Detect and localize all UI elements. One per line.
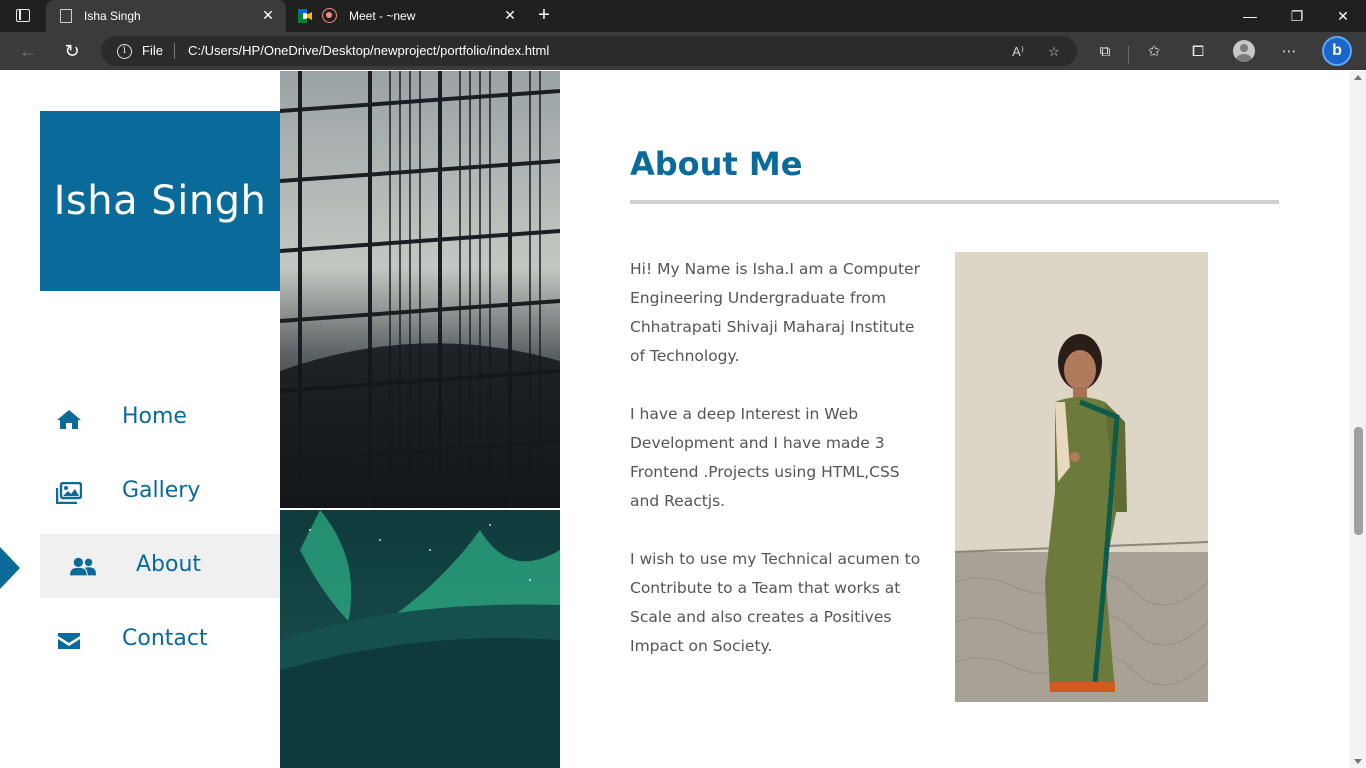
tab-isha-singh[interactable]: Isha Singh ✕	[46, 0, 286, 32]
staircase-photo	[280, 71, 560, 508]
nav-label: Home	[122, 404, 187, 429]
about-text: Hi! My Name is Isha.I am a Computer Engi…	[630, 255, 930, 690]
nav-item-gallery[interactable]: Gallery	[40, 460, 280, 524]
tab-actions-icon	[16, 9, 30, 22]
bing-chat-button[interactable]: b	[1322, 36, 1352, 66]
side-nav: Home Gallery About Contact	[40, 386, 280, 682]
tab-title: Isha Singh	[84, 9, 141, 23]
scroll-up-icon[interactable]	[1354, 75, 1362, 80]
gallery-photo-column	[280, 71, 560, 768]
tab-strip: Isha Singh ✕ Meet - ~new ✕ + — ❐ ✕	[0, 0, 1366, 32]
more-options-icon[interactable]: ⋯	[1278, 41, 1300, 63]
divider	[174, 43, 175, 59]
read-aloud-icon[interactable]: A⁾	[1008, 42, 1028, 62]
about-paragraph: Hi! My Name is Isha.I am a Computer Engi…	[630, 260, 920, 365]
scheme-label: File	[142, 43, 163, 58]
restore-button[interactable]: ❐	[1287, 6, 1307, 26]
tab-actions-button[interactable]	[10, 7, 38, 25]
info-icon[interactable]: i	[117, 44, 132, 59]
add-favorite-icon[interactable]: ☆	[1044, 42, 1064, 62]
nav-item-contact[interactable]: Contact	[40, 608, 280, 672]
tab-meet[interactable]: Meet - ~new ✕	[288, 0, 528, 32]
home-icon	[57, 410, 81, 429]
about-heading: About Me	[630, 145, 803, 183]
new-tab-button[interactable]: +	[534, 5, 554, 25]
nav-label: About	[136, 552, 202, 577]
profile-photo	[955, 252, 1208, 702]
nav-label: Contact	[122, 626, 208, 651]
heading-underline	[630, 200, 1279, 204]
envelope-icon	[58, 633, 80, 649]
nav-item-home[interactable]: Home	[40, 386, 280, 450]
profile-avatar[interactable]	[1233, 40, 1255, 62]
close-window-button[interactable]: ✕	[1333, 6, 1353, 26]
page-viewport: Isha Singh Home Gallery About Contact Ab…	[0, 71, 1350, 768]
recording-icon	[322, 8, 337, 23]
about-paragraph: I wish to use my Technical acumen to Con…	[630, 550, 921, 655]
google-meet-icon	[298, 9, 312, 23]
images-icon	[56, 482, 82, 504]
refresh-button[interactable]: ↻	[61, 40, 83, 62]
nav-label: Gallery	[122, 478, 201, 503]
scroll-thumb[interactable]	[1354, 427, 1363, 535]
favorites-icon[interactable]: ✩	[1143, 41, 1165, 63]
collections-icon[interactable]: ⧠	[1187, 41, 1209, 63]
nav-item-about[interactable]: About	[40, 534, 280, 598]
divider	[1128, 46, 1129, 64]
aurora-photo	[280, 510, 560, 768]
close-tab-icon[interactable]: ✕	[502, 7, 518, 23]
about-paragraph: I have a deep Interest in Web Developmen…	[630, 405, 900, 510]
tab-title: Meet - ~new	[349, 9, 416, 23]
users-icon	[70, 557, 96, 576]
scroll-down-icon[interactable]	[1354, 759, 1362, 764]
minimize-button[interactable]: —	[1240, 6, 1260, 26]
page-icon	[60, 9, 72, 23]
address-toolbar: ← ↻ i File C:/Users/HP/OneDrive/Desktop/…	[0, 32, 1366, 70]
back-button[interactable]: ←	[17, 40, 39, 62]
page-scrollbar[interactable]	[1350, 71, 1366, 768]
brand-name: Isha Singh	[53, 178, 267, 224]
close-tab-icon[interactable]: ✕	[260, 7, 276, 23]
address-bar[interactable]: i File C:/Users/HP/OneDrive/Desktop/newp…	[101, 36, 1077, 66]
active-nav-indicator	[0, 547, 20, 589]
brand-block: Isha Singh	[40, 111, 280, 291]
url-text[interactable]: C:/Users/HP/OneDrive/Desktop/newproject/…	[188, 43, 549, 58]
extensions-icon[interactable]: ⧉	[1094, 41, 1116, 63]
